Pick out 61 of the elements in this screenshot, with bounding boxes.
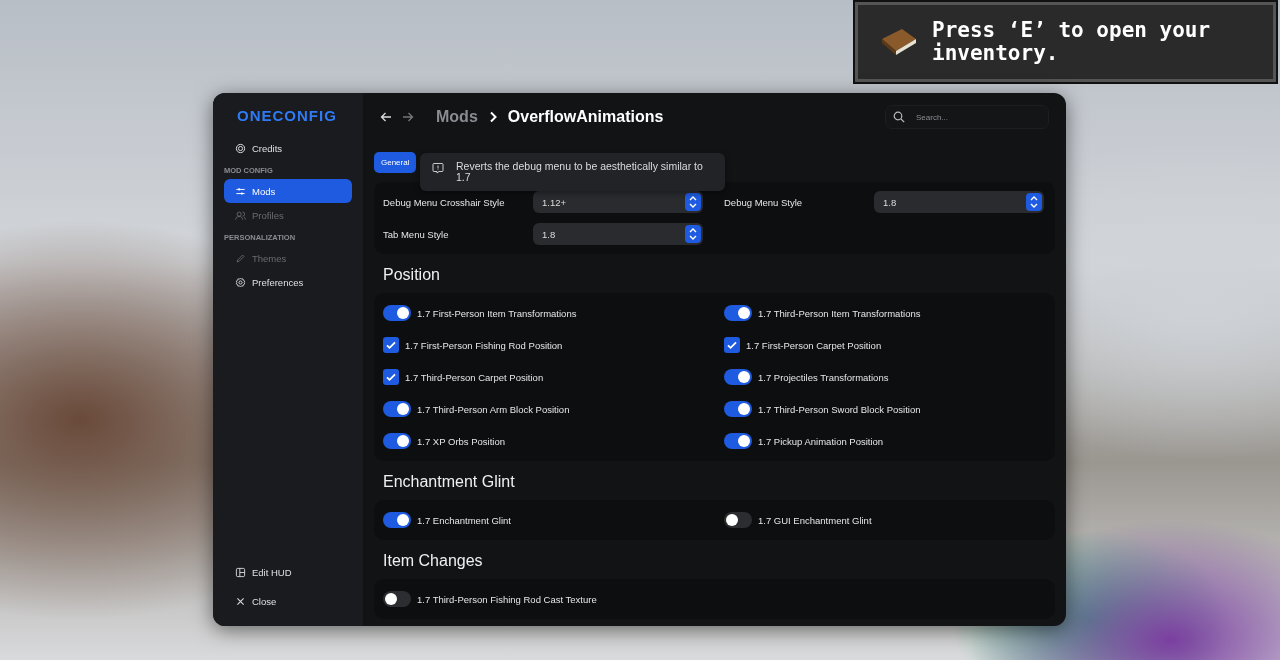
option-label: 1.7 Enchantment Glint xyxy=(417,514,511,526)
tab[interactable]: General xyxy=(374,152,417,173)
section-title: Item Changes xyxy=(383,552,483,570)
sidebar-item[interactable]: Close xyxy=(224,587,352,616)
sidebar-item[interactable]: Credits xyxy=(224,136,352,160)
app-logo: ONECONFIG xyxy=(236,107,337,124)
search-field[interactable]: Search... xyxy=(885,105,1049,129)
option-label: 1.7 First-Person Carpet Position xyxy=(746,339,882,351)
toggle-switch[interactable] xyxy=(724,369,752,385)
sidebar-item[interactable]: Mods xyxy=(224,179,352,203)
option-label: 1.7 Third-Person Carpet Position xyxy=(405,371,544,383)
forward-arrow-icon[interactable] xyxy=(402,111,414,123)
dropdown-label: Debug Menu Crosshair Style xyxy=(383,196,506,208)
toggle-switch[interactable] xyxy=(724,401,752,417)
toggle-switch[interactable] xyxy=(383,512,411,528)
toggle-switch[interactable] xyxy=(724,305,752,321)
toggle-switch[interactable] xyxy=(724,433,752,449)
layout-icon xyxy=(235,567,246,578)
dropdown[interactable]: 1.8 xyxy=(874,191,1044,213)
updown-icon xyxy=(685,193,701,211)
dropdown-label: Debug Menu Style xyxy=(724,196,804,208)
option-label: 1.7 Third-Person Sword Block Position xyxy=(758,403,921,415)
info-bubble-icon xyxy=(432,162,444,174)
option-label: 1.7 Third-Person Fishing Rod Cast Texture xyxy=(417,593,597,605)
dropdown[interactable]: 1.8 xyxy=(533,223,703,245)
dropdown[interactable]: 1.12+ xyxy=(533,191,703,213)
option-label: 1.7 XP Orbs Position xyxy=(417,435,505,447)
option-label: 1.7 GUI Enchantment Glint xyxy=(758,514,872,526)
option-label: 1.7 Pickup Animation Position xyxy=(758,435,884,447)
updown-icon xyxy=(685,225,701,243)
brush-icon xyxy=(235,252,246,264)
checkbox[interactable] xyxy=(383,369,399,385)
section-title: Position xyxy=(383,266,440,284)
checkbox[interactable] xyxy=(724,337,740,353)
toggle-switch[interactable] xyxy=(724,512,752,528)
toggle-switch[interactable] xyxy=(383,401,411,417)
option-label: 1.7 Projectiles Transformations xyxy=(758,371,889,383)
tooltip: Reverts the debug menu to be aesthetically similar to 1.7 xyxy=(420,153,725,191)
toggle-switch[interactable] xyxy=(383,305,411,321)
option-label: 1.7 Third-Person Arm Block Position xyxy=(417,403,570,415)
checkbox[interactable] xyxy=(383,337,399,353)
dropdown-label: Tab Menu Style xyxy=(383,228,450,240)
people-icon xyxy=(235,209,246,221)
page-title: OverflowAnimations xyxy=(507,108,664,126)
settings-icon xyxy=(235,276,246,288)
toggle-switch[interactable] xyxy=(383,433,411,449)
back-arrow-icon[interactable] xyxy=(380,111,392,123)
sidebar-item[interactable]: Preferences xyxy=(224,270,352,294)
game-hint-toast: Press ‘E’ to open your inventory. xyxy=(855,2,1276,82)
toggle-switch[interactable] xyxy=(383,591,411,607)
sliders-icon xyxy=(235,185,246,197)
option-label: 1.7 First-Person Fishing Rod Position xyxy=(405,339,563,351)
updown-icon xyxy=(1026,193,1042,211)
option-label: 1.7 Third-Person Item Transformations xyxy=(758,307,921,319)
section-title: Enchantment Glint xyxy=(383,473,515,491)
option-label: 1.7 First-Person Item Transformations xyxy=(417,307,577,319)
target-icon xyxy=(235,142,246,154)
search-icon xyxy=(893,111,905,123)
sidebar-item[interactable]: Edit HUD xyxy=(224,558,352,587)
close-icon xyxy=(235,596,246,607)
breadcrumb-link[interactable]: Mods xyxy=(436,108,478,126)
